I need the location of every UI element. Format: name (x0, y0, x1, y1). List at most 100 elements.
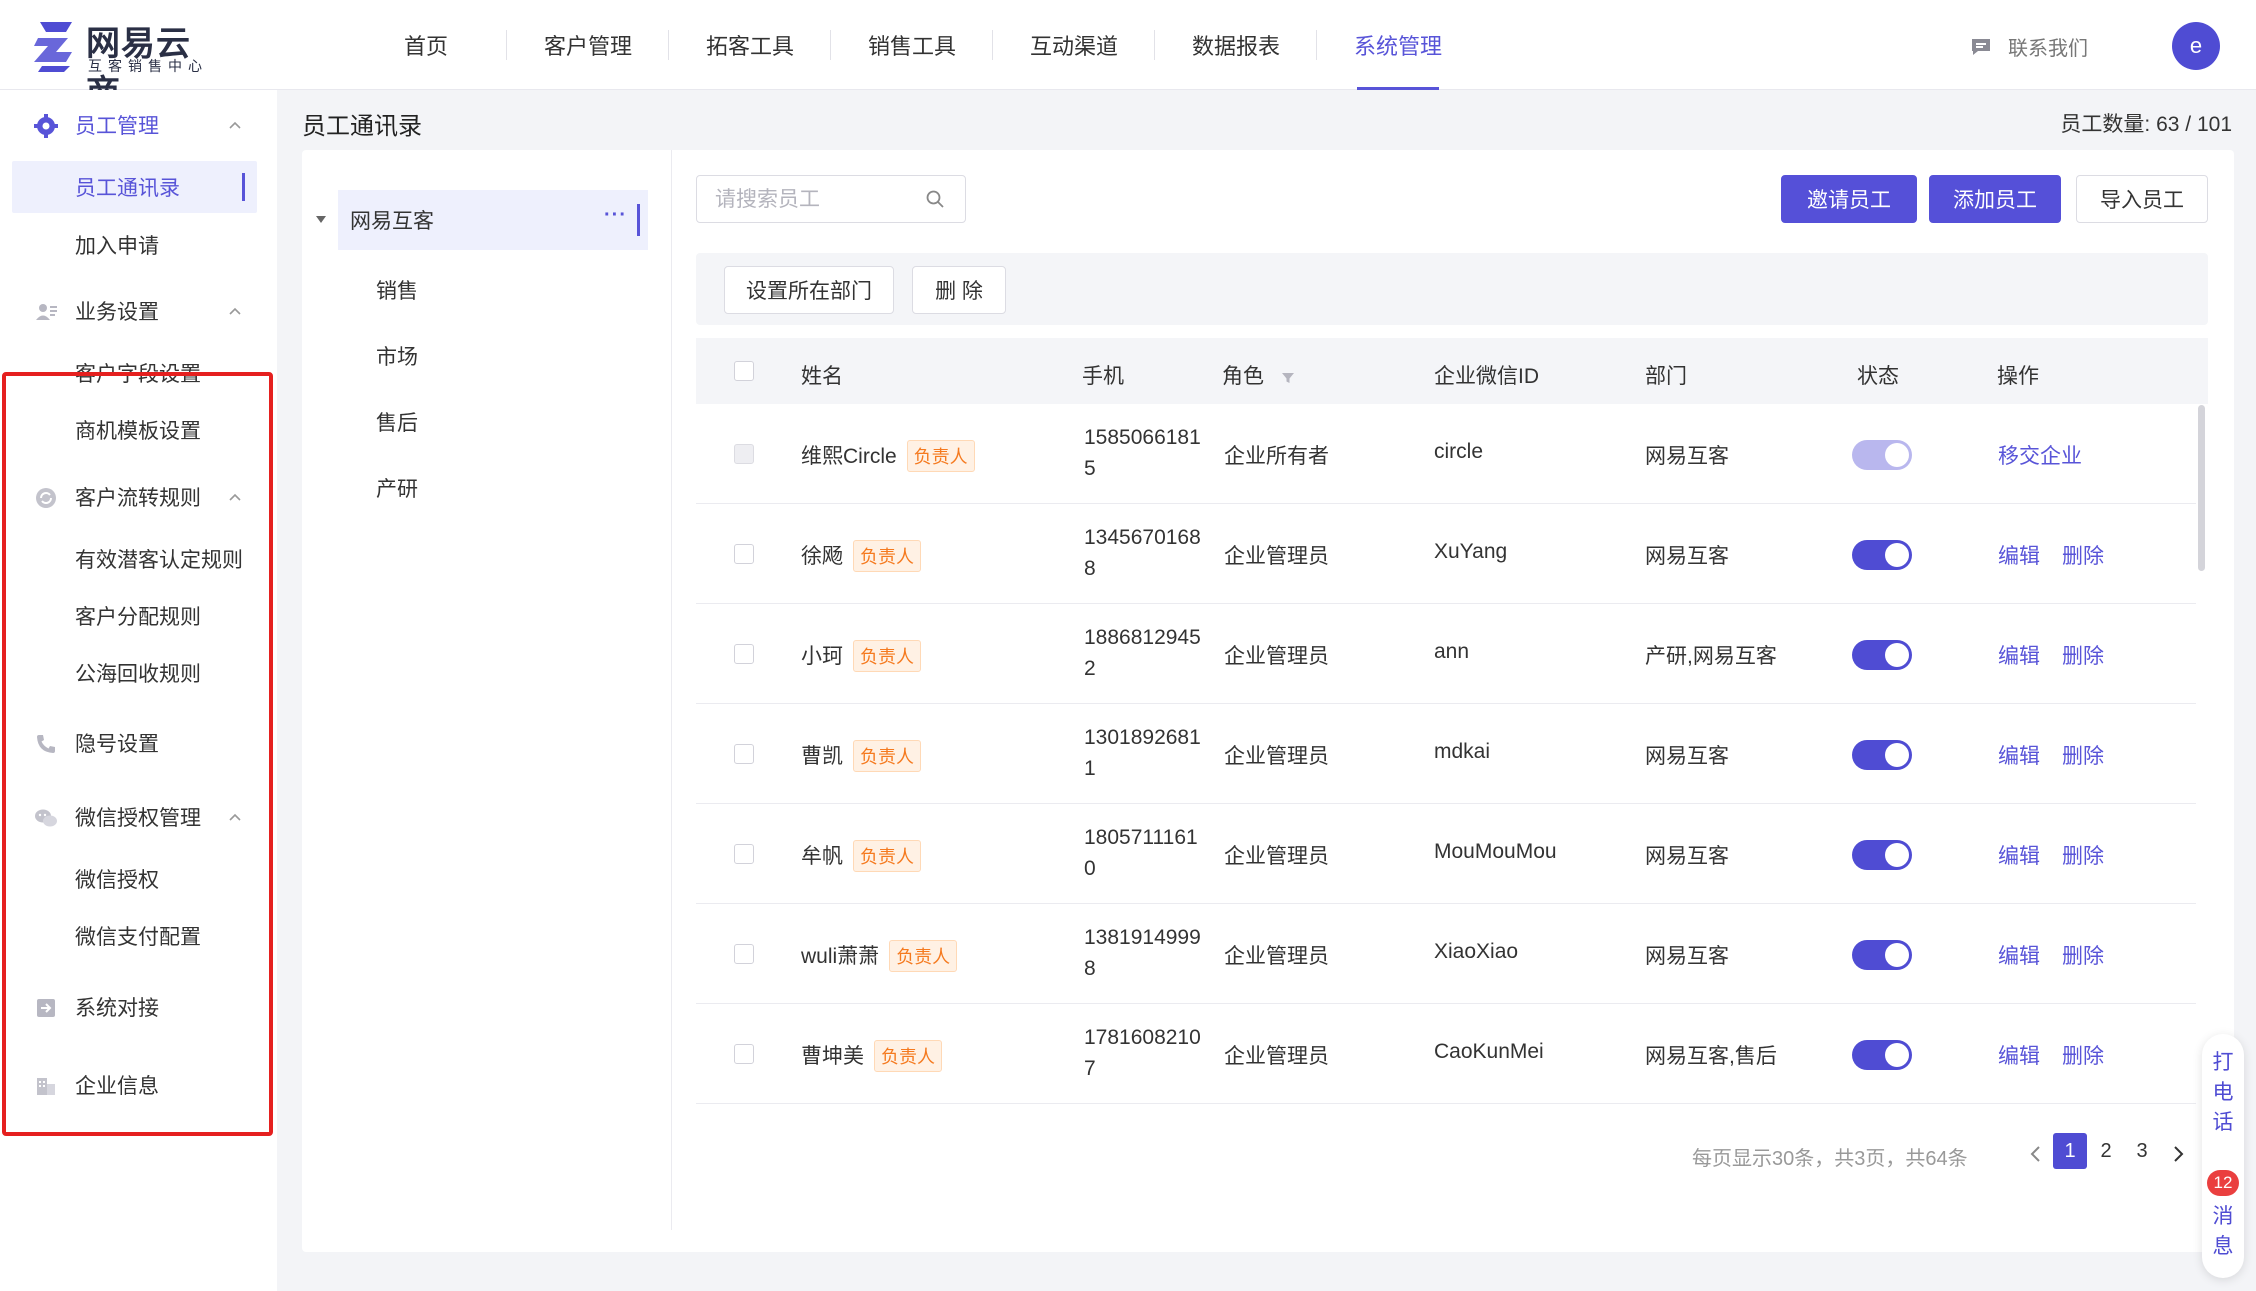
phone-line: 1886812945 (1084, 626, 1201, 649)
import-employee-button[interactable]: 导入员工 (2076, 175, 2208, 223)
delete-link[interactable]: 删除 (2062, 1040, 2104, 1070)
row-checkbox[interactable] (734, 944, 754, 964)
sidebar-item-employee-directory[interactable]: 员工通讯录 (12, 161, 257, 213)
employee-wechat-id: CaoKunMei (1434, 1040, 1544, 1063)
tree-node-root[interactable]: 网易互客 ··· (338, 190, 648, 250)
column-role[interactable]: 角色 (1222, 360, 1296, 390)
row-checkbox[interactable] (734, 644, 754, 664)
status-toggle[interactable] (1852, 640, 1912, 670)
name-text: 曹坤美 (801, 1045, 864, 1068)
department-tree (302, 150, 672, 1230)
floating-action-panel: 打 电 话 12 消 息 (2202, 1034, 2244, 1278)
sidebar-group-business-settings[interactable]: 业务设置 (0, 286, 277, 336)
call-label: 电 (2212, 1081, 2234, 1104)
sidebar-group-employee[interactable]: 员工管理 (0, 100, 277, 150)
contact-us-link[interactable]: 联系我们 (1970, 32, 2088, 61)
delete-link[interactable]: 删除 (2062, 640, 2104, 670)
status-toggle[interactable] (1852, 940, 1912, 970)
search-input[interactable] (715, 186, 915, 214)
tree-node-marketing[interactable]: 市场 (376, 341, 418, 371)
edit-link[interactable]: 编辑 (1998, 540, 2040, 570)
add-employee-button[interactable]: 添加员工 (1929, 175, 2061, 223)
table-row: wuli萧萧 负责人 1381914999 8 企业管理员 XiaoXiao 网易互… (696, 904, 2196, 1004)
employee-role: 企业管理员 (1224, 545, 1329, 568)
page-1-button[interactable]: 1 (2053, 1133, 2087, 1169)
sidebar-item-join-requests[interactable]: 加入申请 (12, 219, 257, 271)
employee-count-label: 员工数量: (2060, 113, 2151, 136)
message-count-badge: 12 (2207, 1170, 2239, 1196)
status-toggle[interactable] (1852, 840, 1912, 870)
message-button[interactable]: 消 息 (2202, 1202, 2244, 1262)
row-checkbox[interactable] (734, 1044, 754, 1064)
tree-node-after-sales[interactable]: 售后 (376, 407, 418, 437)
batch-delete-button[interactable]: 删 除 (912, 266, 1006, 314)
employee-name: wuli萧萧 负责人 (801, 940, 958, 972)
row-checkbox[interactable] (734, 844, 754, 864)
delete-link[interactable]: 删除 (2062, 740, 2104, 770)
employee-wechat-id: mdkai (1434, 740, 1491, 763)
column-wechat-id: 企业微信ID (1434, 365, 1539, 388)
delete-link[interactable]: 删除 (2062, 840, 2104, 870)
nav-system-management[interactable]: 系统管理 (1317, 0, 1479, 90)
transfer-ownership-link[interactable]: 移交企业 (1998, 440, 2082, 470)
more-options-icon[interactable]: ··· (604, 204, 627, 227)
sidebar-group-label: 员工管理 (75, 115, 159, 138)
brand-logo[interactable]: 网易云商 互客销售中心 (32, 16, 222, 112)
nav-channels[interactable]: 互动渠道 (993, 0, 1155, 90)
main-nav: 首页 客户管理 拓客工具 销售工具 互动渠道 数据报表 系统管理 (345, 0, 1479, 90)
column-status: 状态 (1857, 365, 1899, 388)
name-text: 曹凯 (801, 745, 843, 768)
active-node-indicator (637, 204, 640, 236)
edit-link[interactable]: 编辑 (1998, 1040, 2040, 1070)
edit-link[interactable]: 编辑 (1998, 740, 2040, 770)
status-toggle[interactable] (1852, 740, 1912, 770)
active-item-indicator (242, 173, 245, 201)
nav-lead-tools[interactable]: 拓客工具 (669, 0, 831, 90)
call-button[interactable]: 打 电 话 (2202, 1048, 2244, 1138)
page-2-button[interactable]: 2 (2089, 1133, 2123, 1169)
phone-line: 1345670168 (1084, 526, 1201, 549)
user-avatar[interactable]: e (2172, 22, 2220, 70)
sidebar-item-label: 员工通讯录 (75, 177, 180, 200)
edit-link[interactable]: 编辑 (1998, 640, 2040, 670)
filter-icon[interactable] (1280, 370, 1296, 386)
delete-link[interactable]: 删除 (2062, 540, 2104, 570)
employee-wechat-id: XiaoXiao (1434, 940, 1519, 963)
sidebar: 员工管理 员工通讯录 加入申请 业务设置 客户字段设置 商机模板设置 客户流转规… (0, 90, 277, 1291)
employee-role: 企业管理员 (1224, 645, 1329, 668)
delete-link[interactable]: 删除 (2062, 940, 2104, 970)
nav-home[interactable]: 首页 (345, 0, 507, 90)
table-header: 姓名 手机 角色 企业微信ID 部门 状态 操作 (696, 338, 2208, 404)
row-checkbox[interactable] (734, 544, 754, 564)
chevron-left-icon[interactable] (2024, 1142, 2048, 1166)
nav-label: 销售工具 (867, 34, 956, 59)
nav-reports[interactable]: 数据报表 (1155, 0, 1317, 90)
search-icon[interactable] (925, 189, 945, 209)
status-toggle[interactable] (1852, 1040, 1912, 1070)
row-checkbox[interactable] (734, 744, 754, 764)
phone-line: 1301892681 (1084, 726, 1201, 749)
owner-tag: 负责人 (853, 540, 921, 572)
status-toggle[interactable] (1852, 540, 1912, 570)
nav-customer-management[interactable]: 客户管理 (507, 0, 669, 90)
edit-link[interactable]: 编辑 (1998, 840, 2040, 870)
table-scrollbar[interactable] (2198, 405, 2205, 571)
employee-role: 企业管理员 (1224, 945, 1329, 968)
tree-node-sales[interactable]: 销售 (376, 275, 418, 305)
column-name: 姓名 (801, 365, 843, 388)
tree-node-rd[interactable]: 产研 (376, 473, 418, 503)
table-row: 维熙Circle 负责人 1585066181 5 企业所有者 circle 网易互… (696, 404, 2196, 504)
invite-employee-button[interactable]: 邀请员工 (1781, 175, 1917, 223)
phone-line: 1805711161 (1084, 826, 1198, 849)
employee-wechat-id: XuYang (1434, 540, 1508, 563)
set-department-button[interactable]: 设置所在部门 (724, 266, 894, 314)
chevron-right-icon[interactable] (2166, 1142, 2190, 1166)
edit-link[interactable]: 编辑 (1998, 940, 2040, 970)
page-3-button[interactable]: 3 (2125, 1133, 2159, 1169)
caret-down-icon[interactable] (314, 212, 328, 226)
tree-node-label: 网易互客 (350, 210, 434, 233)
nav-label: 互动渠道 (1029, 34, 1118, 59)
top-navbar: 网易云商 互客销售中心 首页 客户管理 拓客工具 销售工具 互动渠道 数据报表 … (0, 0, 2256, 112)
select-all-checkbox[interactable] (734, 361, 754, 381)
nav-sales-tools[interactable]: 销售工具 (831, 0, 993, 90)
